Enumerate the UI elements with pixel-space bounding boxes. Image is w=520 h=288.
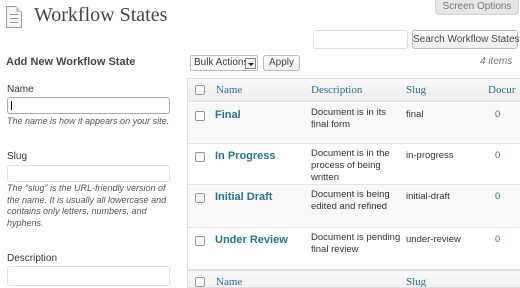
chevron-down-icon[interactable]: [245, 58, 256, 69]
table-header: Name Description Slug Docur: [188, 79, 520, 102]
workflow-states-table: Name Description Slug Docur Final Docume…: [187, 78, 520, 288]
name-help: The name is how it appears on your site.: [7, 116, 170, 126]
row-name-link[interactable]: Initial Draft: [215, 191, 272, 203]
slug-input[interactable]: [7, 165, 170, 182]
row-checkbox[interactable]: [195, 152, 205, 162]
page-line: [10, 18, 18, 19]
table-footer: Name Slug: [188, 270, 520, 287]
row-checkbox[interactable]: [195, 236, 205, 246]
form-heading: Add New Workflow State: [6, 56, 136, 68]
row-count-link[interactable]: 0: [495, 150, 500, 161]
apply-button[interactable]: Apply: [263, 55, 300, 71]
row-name-link[interactable]: In Progress: [215, 150, 276, 162]
column-header-description[interactable]: Description: [311, 84, 362, 96]
page-icon: [6, 6, 22, 28]
table-row: In Progress Document is in the process o…: [188, 144, 520, 185]
table-row: Final Document is in its final form fina…: [188, 103, 520, 144]
row-name-link[interactable]: Under Review: [215, 234, 288, 246]
name-input[interactable]: [7, 97, 170, 114]
row-name-link[interactable]: Final: [215, 109, 241, 121]
table-row: Initial Draft Document is being edited a…: [188, 185, 520, 228]
description-input[interactable]: [7, 266, 170, 286]
row-checkbox[interactable]: [195, 111, 205, 121]
row-count-link[interactable]: 0: [495, 191, 500, 202]
search-input[interactable]: [313, 30, 408, 49]
slug-help: The “slug” is the URL-friendly version o…: [7, 183, 167, 228]
footer-column-slug[interactable]: Slug: [406, 276, 426, 287]
row-slug: under-review: [406, 234, 461, 245]
slug-label: Slug: [7, 151, 28, 162]
page-title: Workflow States: [34, 4, 168, 26]
text-caret: [11, 101, 12, 110]
page-fold: [16, 6, 22, 12]
item-count: 4 items: [480, 56, 513, 67]
row-description: Document is pending final review: [311, 232, 401, 255]
row-description: Document is in its final form: [311, 107, 386, 130]
screen-options-button[interactable]: Screen Options: [435, 0, 519, 15]
column-header-name[interactable]: Name: [216, 84, 242, 96]
table-row: Under Review Document is pending final r…: [188, 228, 520, 270]
row-count-link[interactable]: 0: [495, 234, 500, 245]
column-header-slug[interactable]: Slug: [406, 84, 426, 96]
row-slug: final: [406, 109, 424, 120]
bulk-actions-value: Bulk Actions: [194, 57, 249, 68]
row-description: Document is in the process of being writ…: [311, 148, 390, 183]
row-description: Document is being edited and refined: [311, 189, 390, 212]
description-label: Description: [7, 253, 58, 264]
page-line: [10, 14, 18, 15]
select-all-checkbox-footer[interactable]: [195, 277, 205, 287]
row-checkbox[interactable]: [195, 193, 205, 203]
bulk-actions-select[interactable]: Bulk Actions: [190, 55, 258, 71]
select-all-checkbox[interactable]: [195, 85, 205, 95]
column-header-documents[interactable]: Docur: [488, 84, 516, 96]
row-slug: initial-draft: [406, 191, 450, 202]
row-count-link[interactable]: 0: [495, 109, 500, 120]
name-label: Name: [7, 84, 34, 95]
search-button[interactable]: Search Workflow States: [412, 30, 520, 49]
row-slug: in-progress: [406, 150, 454, 161]
footer-column-name[interactable]: Name: [216, 276, 242, 287]
page-line: [10, 22, 18, 23]
